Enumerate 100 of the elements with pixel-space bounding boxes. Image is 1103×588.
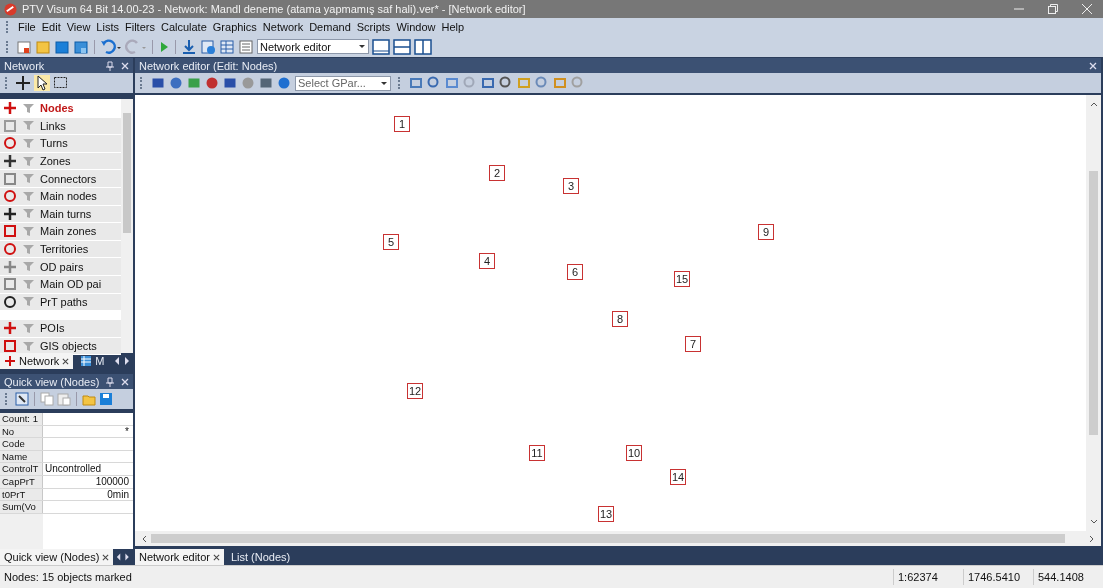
attribute-value: 0min (107, 488, 129, 500)
layer-item[interactable]: OD pairs (0, 258, 121, 276)
node-label[interactable]: 4 (479, 253, 495, 269)
new-file-icon[interactable] (16, 38, 32, 55)
filter-icon[interactable] (23, 102, 34, 114)
copy-icon[interactable] (40, 392, 54, 406)
menu-item[interactable]: View (65, 21, 92, 33)
select-icon[interactable] (15, 392, 29, 406)
scrollbar[interactable] (121, 99, 133, 353)
attribute-name: Code (0, 438, 43, 450)
document-tab[interactable]: List (Nodes) (226, 549, 295, 565)
node-label[interactable]: 7 (685, 336, 701, 352)
pin-icon[interactable] (106, 60, 114, 71)
table-icon[interactable] (219, 38, 235, 55)
panel-tab[interactable]: Network (0, 353, 74, 369)
scroll-up-icon[interactable] (1089, 101, 1098, 107)
dropdown-caret-icon (358, 44, 366, 49)
node-label[interactable]: 3 (563, 178, 579, 194)
pin-icon[interactable] (106, 376, 114, 387)
menu-item[interactable]: File (17, 21, 37, 33)
filter-icon[interactable] (23, 208, 34, 220)
filter-icon[interactable] (23, 173, 34, 185)
gpar-select[interactable]: Select GPar... (295, 75, 391, 91)
layer-item[interactable]: Turns (0, 135, 121, 153)
close-icon[interactable] (62, 357, 70, 365)
attribute-name: Sum(Vo (0, 501, 43, 513)
filter-icon[interactable] (23, 296, 34, 308)
restore-icon[interactable] (1047, 3, 1059, 15)
filter-icon[interactable] (23, 225, 34, 237)
node-label[interactable]: 2 (489, 165, 505, 181)
attribute-name: ControlT (0, 463, 43, 475)
table-icon (80, 355, 93, 367)
rectangle-select-icon[interactable] (53, 75, 69, 91)
scrollbar[interactable] (135, 531, 1101, 546)
import-icon[interactable] (181, 38, 197, 55)
layer-item[interactable]: Connectors (0, 170, 121, 188)
panel-tab[interactable]: Quick view (Nodes) (0, 549, 114, 565)
app-logo-icon (4, 2, 17, 16)
node-label[interactable]: 10 (626, 445, 643, 461)
filter-icon[interactable] (23, 243, 34, 255)
menu-item[interactable]: Lists (95, 21, 120, 33)
panel-title: Network (4, 59, 45, 72)
window-title: PTV Visum 64 Bit 14.00-23 - Network: Mandl deneme (atama yapmamış saf hali).ver* - [Network editor] (22, 3, 526, 15)
layer-item[interactable]: POIs (0, 320, 121, 338)
attribute-value: 100000 (95, 475, 129, 487)
node-label[interactable]: 1 (394, 116, 410, 132)
panel-title: Quick view (Nodes) (4, 375, 100, 388)
scroll-left-icon[interactable] (141, 534, 147, 543)
split-horizontal-icon[interactable] (393, 38, 411, 55)
scale-readout: 1:62374 (893, 569, 963, 585)
undo-icon[interactable] (100, 38, 122, 55)
filter-icon[interactable] (23, 340, 34, 352)
menu-item[interactable]: Help (440, 21, 466, 33)
window-layout-icon[interactable] (372, 38, 390, 55)
menu-item[interactable]: Graphics (211, 21, 258, 33)
panel-title: Network editor (Edit: Nodes) (139, 59, 278, 72)
menu-item[interactable]: Network (261, 21, 305, 33)
document-tab[interactable]: Network editor (135, 549, 224, 565)
menu-item[interactable]: Window (395, 21, 437, 33)
menu-item[interactable]: Edit (40, 21, 62, 33)
node-label[interactable]: 11 (529, 445, 545, 461)
filter-icon[interactable] (23, 190, 34, 202)
attribute-value: Uncontrolled (45, 463, 102, 475)
y-coordinate: 544.1408 (1033, 569, 1103, 585)
x-coordinate: 1746.5410 (963, 569, 1033, 585)
scroll-arrows-icon[interactable] (114, 357, 130, 365)
node-label[interactable]: 14 (670, 469, 687, 485)
scroll-arrows-icon[interactable] (116, 553, 130, 561)
node-label[interactable]: 5 (383, 234, 399, 250)
pointer-icon[interactable] (34, 75, 50, 91)
count-cell: Count: 1 (0, 413, 43, 425)
menu-item[interactable]: Scripts (355, 21, 392, 33)
node-label[interactable]: 13 (598, 506, 615, 522)
close-icon[interactable] (102, 553, 110, 561)
filter-icon[interactable] (23, 120, 34, 132)
filter-icon[interactable] (23, 138, 34, 149)
menu-item[interactable]: Demand (308, 21, 352, 33)
node-label[interactable]: 12 (407, 383, 424, 399)
filter-icon[interactable] (23, 322, 34, 334)
scroll-right-icon[interactable] (1089, 534, 1095, 543)
node-label[interactable]: 15 (674, 271, 691, 287)
node-label[interactable]: 8 (612, 311, 628, 327)
menu-item[interactable]: Calculate (159, 21, 208, 33)
attribute-value: * (125, 425, 129, 437)
close-icon[interactable] (212, 553, 220, 561)
scrollbar[interactable] (1086, 95, 1101, 531)
filter-icon[interactable] (23, 278, 34, 290)
crosshair-icon[interactable] (15, 75, 31, 91)
scroll-down-icon[interactable] (1089, 519, 1098, 525)
filter-icon[interactable] (23, 155, 34, 167)
split-vertical-icon[interactable] (414, 38, 432, 55)
panel-tab[interactable]: M (76, 353, 109, 369)
paste-icon[interactable] (57, 392, 71, 406)
view-select[interactable]: Network editor (257, 39, 369, 54)
filter-icon[interactable] (23, 261, 34, 273)
layer-item[interactable]: Main zones (0, 223, 121, 241)
node-label[interactable]: 6 (567, 264, 583, 280)
node-label[interactable]: 9 (758, 224, 774, 240)
table-clock-icon[interactable] (200, 38, 216, 55)
menu-item[interactable]: Filters (124, 21, 156, 33)
